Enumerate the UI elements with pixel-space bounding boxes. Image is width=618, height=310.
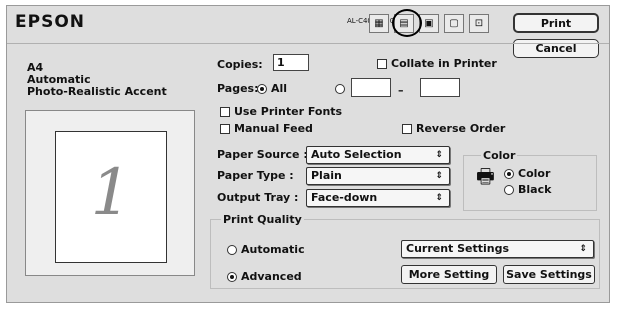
cancel-button[interactable]: Cancel <box>513 39 599 58</box>
popup-arrow-icon: ⇕ <box>435 193 443 203</box>
save-settings-button[interactable]: Save Settings <box>503 265 595 284</box>
paper-source-value: Auto Selection <box>311 148 402 161</box>
highlight-circle <box>392 9 422 37</box>
collate-checkbox[interactable] <box>377 59 387 69</box>
pages-range-radio[interactable] <box>335 84 345 94</box>
preview-page: 1 <box>55 131 167 263</box>
pages-all-radio[interactable] <box>257 84 267 94</box>
paper-source-select[interactable]: Auto Selection ⇕ <box>306 146 450 164</box>
popup-arrow-icon: ⇕ <box>435 171 443 181</box>
quality-automatic-radio[interactable] <box>227 245 237 255</box>
more-setting-button[interactable]: More Setting <box>401 265 497 284</box>
header-divider <box>7 43 609 44</box>
collate-label: Collate in Printer <box>391 57 497 70</box>
layout-icon[interactable]: ▦ <box>369 14 389 33</box>
paper-type-label: Paper Type : <box>217 169 294 182</box>
print-button[interactable]: Print <box>513 13 599 33</box>
color-radio[interactable] <box>504 169 514 179</box>
preview-icon[interactable]: ▢ <box>444 14 464 33</box>
pages-from-input[interactable] <box>351 78 391 97</box>
black-option-label: Black <box>518 183 552 196</box>
copies-label: Copies: <box>217 58 263 71</box>
pages-label: Pages: <box>217 82 259 95</box>
quality-automatic-label: Automatic <box>241 243 305 256</box>
brand-logo: EPSON <box>15 12 85 32</box>
summary-quality: Photo-Realistic Accent <box>27 85 167 98</box>
preview-page-number: 1 <box>90 156 132 230</box>
quality-settings-select[interactable]: Current Settings ⇕ <box>401 240 594 258</box>
quality-advanced-radio[interactable] <box>227 272 237 282</box>
paper-type-select[interactable]: Plain ⇕ <box>306 167 450 185</box>
printer-icon: 🖶 <box>476 164 495 188</box>
popup-arrow-icon: ⇕ <box>435 150 443 160</box>
color-group-title: Color <box>481 149 518 162</box>
preview-frame: 1 <box>25 110 195 276</box>
paper-type-value: Plain <box>311 169 342 182</box>
color-option-label: Color <box>518 167 551 180</box>
pages-all-label: All <box>271 82 288 95</box>
printer-fonts-label: Use Printer Fonts <box>234 105 343 118</box>
print-quality-title: Print Quality <box>221 213 304 226</box>
pages-to-input[interactable] <box>420 78 460 97</box>
printer-fonts-checkbox[interactable] <box>220 107 230 117</box>
reverse-order-checkbox[interactable] <box>402 124 412 134</box>
color-group: 🖶 Color Black <box>463 155 597 211</box>
reverse-order-label: Reverse Order <box>416 122 506 135</box>
pages-range-dash: – <box>398 84 404 97</box>
quality-advanced-label: Advanced <box>241 270 302 283</box>
popup-arrow-icon: ⇕ <box>579 244 587 254</box>
manual-feed-label: Manual Feed <box>234 122 313 135</box>
paper-source-label: Paper Source : <box>217 148 308 161</box>
utility-icon[interactable]: ⊡ <box>469 14 489 33</box>
output-tray-label: Output Tray : <box>217 191 299 204</box>
copies-input[interactable]: 1 <box>273 54 309 71</box>
print-quality-group: Automatic Advanced Current Settings ⇕ Mo… <box>210 219 600 289</box>
quality-settings-value: Current Settings <box>406 242 510 255</box>
printer-settings-icon[interactable]: ▣ <box>419 14 439 33</box>
manual-feed-checkbox[interactable] <box>220 124 230 134</box>
print-dialog: EPSON AL-C4000 1.00 ▦ ▤ ▣ ▢ ⊡ Print Canc… <box>6 5 610 303</box>
black-radio[interactable] <box>504 185 514 195</box>
output-tray-value: Face-down <box>311 191 378 204</box>
output-tray-select[interactable]: Face-down ⇕ <box>306 189 450 207</box>
